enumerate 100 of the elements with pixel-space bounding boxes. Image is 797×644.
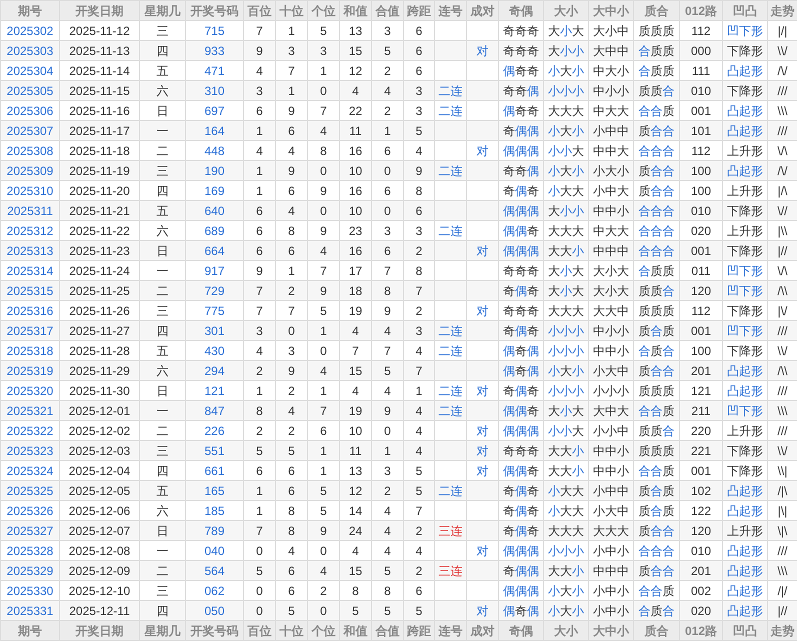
column-header: 凹凸 (722, 620, 768, 640)
table-cell: 大小大 (544, 280, 588, 300)
table-cell: 5 (244, 440, 276, 460)
table-cell: 偶偶奇 (498, 400, 544, 420)
table-cell: 1 (244, 480, 276, 500)
table-cell: 小大小 (544, 360, 588, 380)
table-cell: 9 (244, 40, 276, 60)
table-cell: 2025-12-09 (60, 560, 140, 580)
table-cell: 4 (372, 80, 404, 100)
table-cell: 质合质 (634, 480, 680, 500)
table-cell: 小中中 (588, 120, 634, 140)
table-cell: 奇偶奇 (498, 480, 544, 500)
table-cell: 偶奇偶 (498, 600, 544, 620)
table-cell: 2025315 (0, 280, 60, 300)
table-cell: 2 (404, 520, 434, 540)
table-cell: 2025313 (0, 240, 60, 260)
table-cell: 5 (276, 440, 308, 460)
column-header: 012路 (680, 0, 722, 20)
table-cell: 010 (680, 200, 722, 220)
table-cell: 2025319 (0, 360, 60, 380)
table-cell: 11 (340, 120, 372, 140)
table-cell: 奇偶奇 (498, 280, 544, 300)
table-cell: 二 (140, 560, 186, 580)
table-cell: 4 (308, 360, 340, 380)
table-cell: 664 (186, 240, 244, 260)
table-cell: 质合合 (634, 520, 680, 540)
table-cell: 10 (340, 200, 372, 220)
table-cell: 凹下形 (722, 320, 768, 340)
table-cell: 中中小 (588, 200, 634, 220)
table-cell: 102 (680, 480, 722, 500)
table-cell: 0 (308, 200, 340, 220)
table-cell: 凸起形 (722, 560, 768, 580)
table-cell: 001 (680, 240, 722, 260)
column-header: 开奖日期 (60, 620, 140, 640)
table-cell: 小大小 (544, 600, 588, 620)
table-cell: 211 (680, 400, 722, 420)
column-header: 走势 (768, 620, 797, 640)
table-cell: 小大中 (588, 360, 634, 380)
table-cell: 4 (276, 400, 308, 420)
table-cell: 下降形 (722, 40, 768, 60)
table-cell: 201 (680, 360, 722, 380)
table-cell: 合合合 (634, 240, 680, 260)
table-cell: 2025309 (0, 160, 60, 180)
column-header: 开奖日期 (60, 0, 140, 20)
table-cell: 大大小 (544, 440, 588, 460)
table-cell: 5 (404, 600, 434, 620)
table-cell: 小小小 (544, 80, 588, 100)
table-cell: 四 (140, 600, 186, 620)
table-cell: 2025-12-05 (60, 480, 140, 500)
table-cell: 001 (680, 320, 722, 340)
table-cell: 5 (372, 600, 404, 620)
table-cell: 1 (308, 320, 340, 340)
table-cell: 偶偶偶 (498, 240, 544, 260)
table-cell: 对 (466, 240, 498, 260)
table-cell: 1 (244, 120, 276, 140)
table-cell: 二连 (434, 400, 466, 420)
table-cell: 12 (340, 480, 372, 500)
table-cell: 5 (340, 600, 372, 620)
table-cell: 二连 (434, 80, 466, 100)
column-header: 跨距 (404, 620, 434, 640)
table-cell: 9 (308, 280, 340, 300)
table-cell: 2025-12-11 (60, 600, 140, 620)
column-header: 星期几 (140, 0, 186, 20)
column-header: 质合 (634, 0, 680, 20)
column-header: 质合 (634, 620, 680, 640)
table-cell: 7 (404, 280, 434, 300)
table-cell: 六 (140, 360, 186, 380)
table-cell: 0 (372, 160, 404, 180)
table-cell: 221 (680, 440, 722, 460)
table-cell: 小大小 (544, 120, 588, 140)
column-header: 百位 (244, 620, 276, 640)
table-cell: 5 (372, 40, 404, 60)
table-cell: 5 (372, 560, 404, 580)
table-cell: 六 (140, 80, 186, 100)
table-cell: 100 (680, 160, 722, 180)
table-cell: \\\ (768, 400, 797, 420)
table-cell: 310 (186, 80, 244, 100)
table-cell: 4 (340, 320, 372, 340)
table-cell: 4 (404, 400, 434, 420)
table-cell: 789 (186, 520, 244, 540)
table-cell: 19 (340, 400, 372, 420)
table-cell: 6 (276, 560, 308, 580)
table-cell: 奇奇奇 (498, 440, 544, 460)
table-cell: 165 (186, 480, 244, 500)
table-cell: 对 (466, 40, 498, 60)
table-cell: 奇偶偶 (498, 560, 544, 580)
column-header: 十位 (276, 0, 308, 20)
table-cell: 201 (680, 560, 722, 580)
table-cell: \|\ (768, 520, 797, 540)
table-cell: 16 (340, 240, 372, 260)
table-cell: 640 (186, 200, 244, 220)
table-cell: 2025329 (0, 560, 60, 580)
table-cell: 2 (244, 360, 276, 380)
table-cell: /// (768, 80, 797, 100)
table-cell: 847 (186, 400, 244, 420)
table-cell: 4 (308, 240, 340, 260)
table-cell: 下降形 (722, 200, 768, 220)
table-cell: 5 (372, 360, 404, 380)
table-cell: 11 (340, 440, 372, 460)
table-cell: 0 (372, 200, 404, 220)
